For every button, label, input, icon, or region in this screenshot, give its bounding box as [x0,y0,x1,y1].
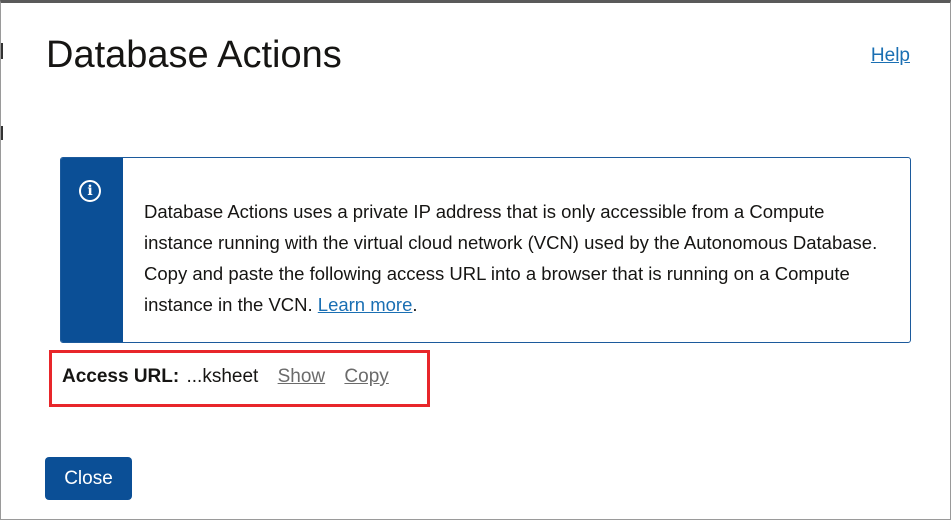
learn-more-link[interactable]: Learn more [318,294,413,315]
info-message-text: Database Actions uses a private IP addre… [123,158,910,342]
dialog-title: Database Actions [46,34,342,76]
left-edge-marker [1,43,3,59]
help-link[interactable]: Help [871,45,910,67]
access-url-label: Access URL: [62,366,180,387]
info-message-box: i Database Actions uses a private IP add… [60,157,911,343]
copy-url-link[interactable]: Copy [344,366,388,387]
info-icon: i [79,180,101,202]
access-url-value: ...ksheet [186,366,259,387]
info-body: Database Actions uses a private IP addre… [144,201,878,315]
dialog-frame: Database Actions Help i Database Actions… [0,0,951,520]
left-edge-marker [1,126,3,140]
close-button[interactable]: Close [45,457,132,500]
show-url-link[interactable]: Show [278,366,326,387]
info-trailing: . [412,294,418,315]
access-url-row: Access URL: ...ksheet Show Copy [62,366,389,388]
info-strip: i [61,158,123,342]
